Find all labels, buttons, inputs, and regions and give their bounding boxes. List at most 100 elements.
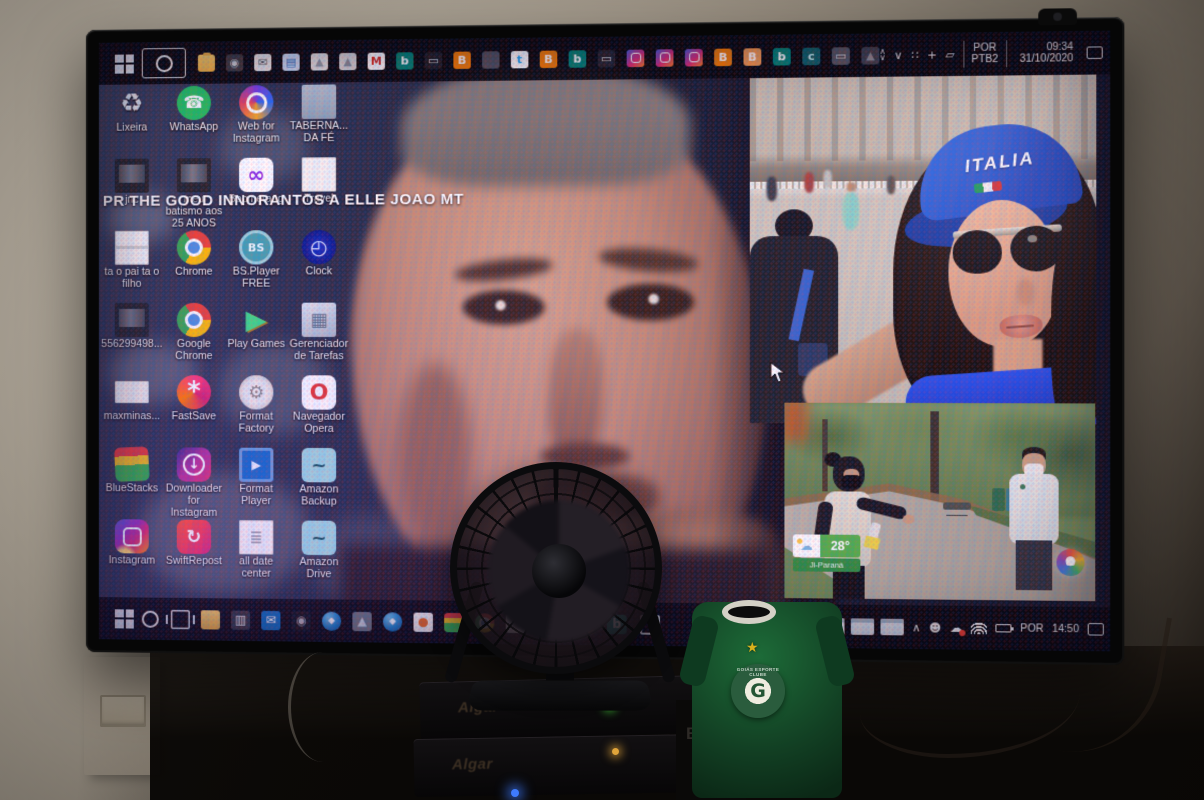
people-icon[interactable]: ☻ [929,621,941,635]
cloud-icon: ☁ [793,534,820,557]
desktop-icon-bluestacks[interactable]: BlueStacks [102,447,162,519]
desktop-icon-label: WhatsApp [170,122,219,134]
desktop-icon-instagram[interactable]: Instagram [102,519,162,592]
language-indicator[interactable]: PORPTB2 [963,40,1007,67]
desktop-icon-downloader-for-instagram[interactable]: ↓Downloader for Instagram [164,447,224,520]
desktop-icon-556299498[interactable]: 556299498... [102,303,162,375]
desktop-icon-lixeira[interactable]: ♻Lixeira [102,86,162,159]
desktop-icon-google-chrome[interactable]: Google Chrome [164,303,224,375]
desktop-icon-maxminas[interactable]: maxminas... [102,375,162,447]
window-icon[interactable]: ▭ [598,49,616,67]
blogger-icon[interactable]: B [453,51,470,68]
desktop-icon-label: Downloader for Instagram [164,483,224,519]
fan-base [466,681,653,711]
desktop-icon-taberna-da-fe-glyph [302,84,336,119]
contact-photo-icon[interactable] [482,51,499,68]
desktop-icon-bluestacks-glyph [114,446,150,482]
desktop-icon-chrome[interactable]: Chrome [164,230,224,302]
desktop-icon-label: Format Player [226,484,286,508]
task-view-icon[interactable] [171,609,190,628]
battery-icon[interactable]: ▱ [945,48,954,62]
desktop-icon-format-player[interactable]: ▶Format Player [226,448,286,521]
file-explorer-icon[interactable] [198,54,215,71]
desktop-icon-bsplayer-free[interactable]: BSBS.Player FREE [226,230,286,303]
browser-icon[interactable] [322,611,341,630]
desktop-icon-format-factory[interactable]: ⚙Format Factory [226,375,286,448]
desktop-icon-all-date-center[interactable]: ≣all date center [226,520,286,593]
battery-icon[interactable] [996,624,1012,632]
desktop-icon-ta-o-pai-ta-o-filho[interactable]: ta o pai ta o filho [102,231,162,303]
store-icon[interactable]: ▥ [231,610,250,629]
mail-icon[interactable]: ✉ [261,610,280,629]
start-button[interactable] [115,54,134,73]
video-window-news[interactable]: ☁ 28° Ji-Paraná [784,403,1095,602]
desktop-icon-navegador-opera-glyph: O [302,375,336,409]
photos-icon[interactable]: ▲ [311,53,328,70]
desktop-icon-label: Amazon Backup [289,484,350,508]
tray-expand-icon[interactable]: ∧∨ [879,49,885,61]
desktop-icon-web-for-instagram[interactable]: Web for Instagram [226,85,286,158]
window-icon[interactable]: ▭ [832,47,850,65]
taskbar-app-window[interactable] [880,619,903,636]
temperature-label: 28° [820,535,860,558]
photos-icon[interactable]: ▲ [352,611,371,630]
start-button[interactable] [115,609,134,628]
blogger-icon[interactable]: B [714,48,732,66]
action-center-icon[interactable] [1086,46,1102,59]
mail-icon[interactable]: ✉ [254,53,271,70]
tray-icon[interactable]: + [927,48,937,62]
desktop-icon-label: Format Factory [226,411,286,435]
desktop-icon-fastsave[interactable]: *FastSave [164,375,224,447]
desktop-icon-maxminas-glyph [115,381,149,403]
search-button[interactable] [142,48,186,79]
light-switch-rocker [100,695,146,727]
file-explorer-icon[interactable] [201,610,220,629]
desktop-icon-label: Navegador Opera [289,412,350,436]
network-icon[interactable] [971,622,987,635]
desktop-icon-play-games[interactable]: ▶Play Games [226,303,286,376]
taskbar-app-window[interactable] [851,618,874,635]
desktop-icon-amazon-drive[interactable]: ~Amazon Drive [289,520,350,593]
desktop-icon-gerenciador-de-tarefas-glyph: ▦ [302,303,336,337]
bing-icon[interactable]: b [773,47,791,65]
desktop-icon-gerenciador-de-tarefas[interactable]: ▦Gerenciador de Tarefas [289,303,350,376]
video-window-selfie[interactable]: ITALIA [750,75,1097,425]
chevron-down-icon[interactable]: ∨ [894,48,903,62]
trash-bin [992,488,1005,511]
tray-icon[interactable]: ∷ [911,48,918,62]
camera-icon[interactable]: ◉ [226,54,243,71]
desktop-icon-taberna-da-fe[interactable]: TABERNA... DA FÉ [289,84,350,157]
instagram-icon[interactable] [685,48,703,66]
photos-icon[interactable]: ▲ [339,52,356,69]
onedrive-icon[interactable]: ☁ [950,620,963,635]
desktop-icon-grid: ♻Lixeira☎WhatsAppWeb for InstagramTABERN… [101,84,357,594]
browser-icon[interactable] [383,612,402,631]
blogger-icon[interactable]: B [540,50,558,68]
desktop-icon-swiftrepost[interactable]: ↻SwiftRepost [164,520,224,593]
chevron-up-icon[interactable]: ∧ [912,621,921,635]
bing-icon[interactable]: b [569,50,587,68]
device-brand-label: Algar [452,756,493,774]
window-icon[interactable]: ▭ [425,51,442,68]
desktop-icon-clock[interactable]: ◴Clock [289,230,350,303]
teal-app-icon[interactable]: c [802,47,820,65]
desktop-icon-label: BlueStacks [106,483,158,495]
instagram-icon[interactable] [656,49,674,67]
bing-icon[interactable]: b [396,52,413,69]
desktop-icon-label: Clock [306,266,333,278]
twitter-icon[interactable]: t [511,50,529,67]
blogger-icon[interactable]: B [743,48,761,66]
cortana-icon[interactable] [142,610,159,627]
camera-icon[interactable]: ◉ [292,611,311,630]
orange-app-icon[interactable]: ● [413,612,432,631]
instagram-icon[interactable] [627,49,645,67]
desktop-icon-whatsapp[interactable]: ☎WhatsApp [164,86,224,159]
photos-icon[interactable]: ▲ [861,46,879,64]
gmail-icon[interactable]: M [368,52,385,69]
desktop-icon-amazon-backup[interactable]: ~Amazon Backup [289,448,350,521]
notebook-icon[interactable]: ▤ [282,53,299,70]
desktop-icon-label: Amazon Drive [289,557,350,581]
desktop-icon-downloader-for-instagram-glyph: ↓ [177,447,211,481]
clock[interactable]: 09:3431/10/2020 [1015,41,1077,66]
desktop-icon-navegador-opera[interactable]: O Navegador Opera [289,375,350,448]
